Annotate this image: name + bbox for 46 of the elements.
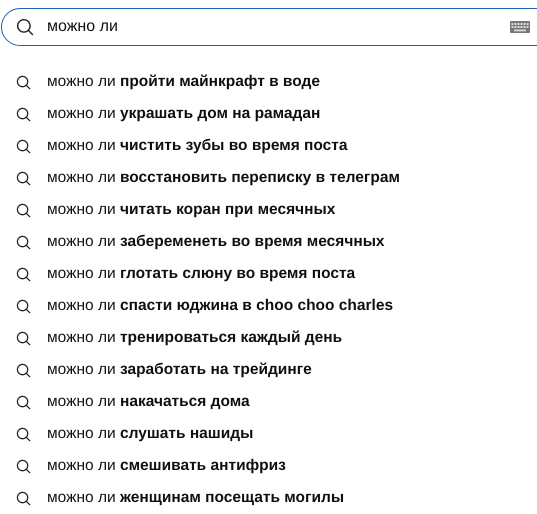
search-icon: [16, 426, 31, 442]
suggestion-item[interactable]: можно ли смешивать антифриз: [0, 450, 537, 482]
search-icon: [16, 138, 31, 154]
suggestion-text: можно ли женщинам посещать могилы: [47, 488, 344, 508]
suggestion-text: можно ли пройти майнкрафт в воде: [47, 72, 320, 92]
suggestion-text: можно ли глотать слюну во время поста: [47, 264, 356, 284]
search-icon: [16, 74, 31, 90]
suggestion-item[interactable]: можно ли восстановить переписку в телеграм: [0, 162, 537, 194]
search-icon: [16, 298, 31, 314]
search-icon: [16, 106, 31, 122]
suggestion-text: можно ли заработать на трейдинге: [47, 360, 312, 380]
suggestion-item[interactable]: можно ли пройти майнкрафт в воде: [0, 66, 537, 98]
suggestion-item[interactable]: можно ли женщинам посещать могилы: [0, 482, 537, 514]
search-icon: [16, 458, 31, 474]
suggestion-item[interactable]: можно ли слушать нашиды: [0, 418, 537, 450]
search-icon: [16, 202, 31, 218]
suggestion-item[interactable]: можно ли украшать дом на рамадан: [0, 98, 537, 130]
suggestion-item[interactable]: можно ли читать коран при месячных: [0, 194, 537, 226]
suggestion-text: можно ли чистить зубы во время поста: [47, 136, 348, 156]
search-icon: [16, 170, 31, 186]
search-icon: [16, 330, 31, 346]
suggestion-item[interactable]: можно ли спасти юджина в choo choo charles: [0, 290, 537, 322]
search-icon: [16, 394, 31, 410]
keyboard-icon[interactable]: [510, 21, 530, 33]
suggestion-item[interactable]: можно ли тренироваться каждый день: [0, 322, 537, 354]
suggestion-item[interactable]: можно ли накачаться дома: [0, 386, 537, 418]
suggestion-item[interactable]: можно ли заработать на трейдинге: [0, 354, 537, 386]
suggestion-item[interactable]: можно ли забеременеть во время месячных: [0, 226, 537, 258]
search-icon: [16, 18, 34, 36]
search-icon: [16, 490, 31, 506]
suggestion-text: можно ли читать коран при месячных: [47, 200, 336, 220]
suggestion-item[interactable]: можно ли чистить зубы во время поста: [0, 130, 537, 162]
suggestion-item[interactable]: можно ли глотать слюну во время поста: [0, 258, 537, 290]
suggestion-text: можно ли накачаться дома: [47, 392, 250, 412]
suggestion-text: можно ли восстановить переписку в телеграм: [47, 168, 400, 188]
suggestion-text: можно ли слушать нашиды: [47, 424, 254, 444]
suggestion-text: можно ли тренироваться каждый день: [47, 328, 342, 348]
search-icon: [16, 234, 31, 250]
search-field[interactable]: можно ли: [1, 8, 537, 46]
search-icon: [16, 362, 31, 378]
suggestion-text: можно ли забеременеть во время месячных: [47, 232, 385, 252]
suggestion-text: можно ли украшать дом на рамадан: [47, 104, 320, 124]
search-input[interactable]: можно ли: [47, 15, 510, 39]
suggestion-text: можно ли смешивать антифриз: [47, 456, 286, 476]
suggestion-text: можно ли спасти юджина в choo choo charles: [47, 296, 394, 316]
search-icon: [16, 266, 31, 282]
